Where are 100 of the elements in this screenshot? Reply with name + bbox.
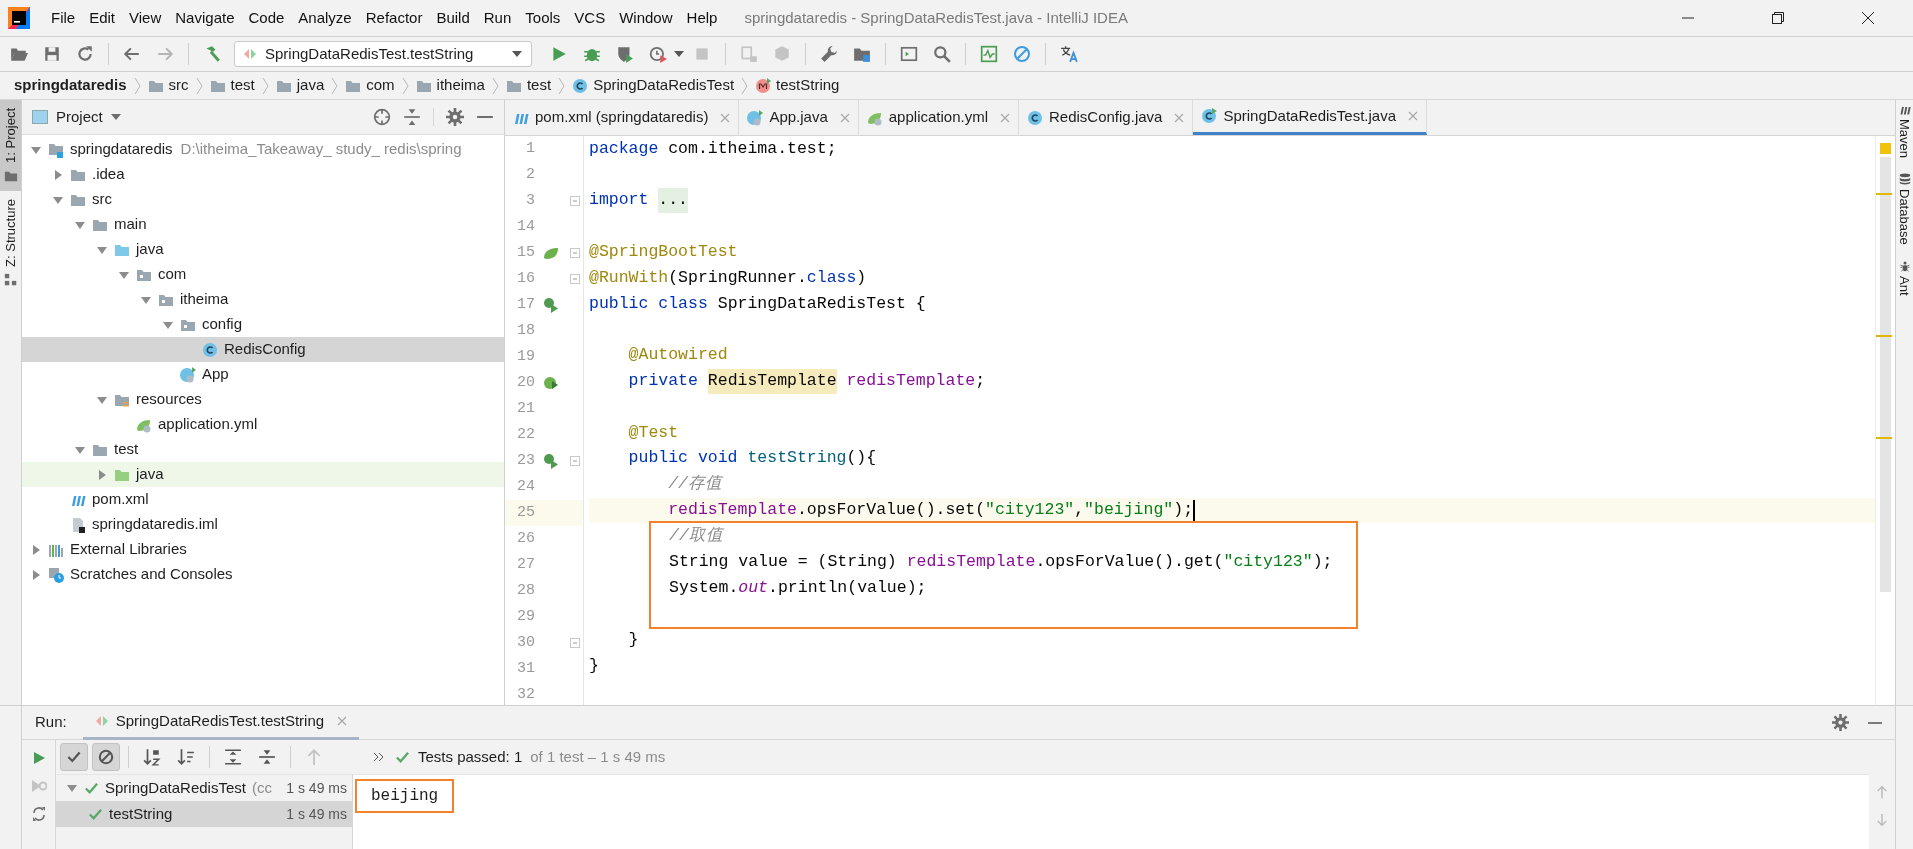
close-tab-icon[interactable] — [720, 112, 731, 123]
run-configuration-dropdown[interactable]: SpringDataRedisTest.testString — [234, 41, 532, 67]
line-number: 24 — [516, 476, 535, 497]
tool-window-tab[interactable]: Ant — [1894, 258, 1913, 296]
tree-item[interactable]: main — [22, 212, 504, 237]
tree-item[interactable]: springdataredis D:\itheima_Takeaway_ study_ redis\spring — [22, 137, 504, 162]
tree-item[interactable]: src — [22, 187, 504, 212]
expanded-arrow-icon[interactable] — [66, 782, 78, 794]
menu-item[interactable]: Edit — [82, 6, 123, 30]
tool-window-tab[interactable]: Database — [1894, 172, 1913, 245]
menu-item[interactable]: Build — [429, 6, 477, 30]
menu-item[interactable]: Window — [612, 6, 680, 30]
tool-window-tab[interactable]: Maven — [1894, 104, 1913, 159]
show-passed-toggle[interactable] — [60, 743, 88, 771]
settings-icon[interactable] — [1832, 714, 1849, 731]
breadcrumb-item[interactable]: java — [275, 74, 325, 97]
code-line: @Autowired — [627, 344, 728, 367]
breadcrumb-item[interactable]: testString — [755, 74, 840, 97]
menu-item[interactable]: Analyze — [291, 6, 359, 30]
code-line: } — [589, 655, 599, 677]
tree-item[interactable]: application.yml — [22, 412, 504, 437]
menu-item[interactable]: VCS — [567, 6, 613, 30]
tree-item[interactable]: config — [22, 312, 504, 337]
status-marker[interactable] — [1880, 143, 1891, 154]
close-tab-icon[interactable] — [337, 716, 348, 726]
breadcrumb-item[interactable]: springdataredis — [14, 74, 127, 97]
chevron-icon — [741, 76, 749, 95]
line-number: 27 — [516, 554, 535, 575]
menu-item[interactable]: View — [122, 6, 169, 30]
menu-item[interactable]: Tools — [518, 6, 568, 30]
down-arrow-icon[interactable] — [1875, 812, 1889, 828]
tree-item[interactable]: Scratches and Consoles — [22, 562, 504, 587]
editor-tab[interactable]: application.yml — [858, 100, 1019, 135]
fold-marker-icon[interactable] — [570, 456, 580, 466]
breadcrumb-item[interactable]: itheima — [415, 74, 485, 97]
run-gutter-icon[interactable] — [543, 453, 559, 469]
tree-item[interactable]: springdataredis.iml — [22, 512, 504, 537]
leaf-icon[interactable] — [543, 245, 559, 261]
panel-title: Run: — [35, 712, 67, 733]
tree-item[interactable]: com — [22, 262, 504, 287]
close-tab-icon[interactable] — [1408, 111, 1418, 121]
caret-icon[interactable] — [674, 51, 684, 57]
up-arrow-icon[interactable] — [1875, 784, 1889, 800]
menu-item[interactable]: Refactor — [358, 6, 430, 30]
menu-item[interactable]: Run — [476, 6, 519, 30]
editor-tab[interactable]: SpringDataRedisTest.java — [1193, 100, 1427, 135]
run-tab[interactable]: SpringDataRedisTest.testString — [82, 705, 360, 740]
breadcrumb-item[interactable]: test — [209, 74, 255, 97]
close-tab-icon[interactable] — [1174, 112, 1185, 123]
tree-item[interactable]: .idea — [22, 162, 504, 187]
collapsed-arrow-icon[interactable] — [30, 568, 42, 581]
tool-window-tab[interactable]: 1: Project — [0, 100, 21, 191]
test-tree-item[interactable]: SpringDataRedisTest (cc 1 s 49 ms — [56, 775, 352, 801]
tree-item[interactable]: test — [22, 437, 504, 462]
dropdown-caret-icon[interactable] — [110, 114, 121, 120]
code-line: @RunWith(SpringRunner.class) — [589, 267, 867, 289]
tree-item[interactable]: External Libraries — [22, 537, 504, 562]
tree-item[interactable]: java — [22, 462, 504, 487]
test-duration: 1 s 49 ms — [286, 804, 347, 824]
fold-marker-icon[interactable] — [570, 196, 580, 206]
menu-item[interactable]: File — [44, 6, 83, 30]
more-icon[interactable] — [373, 752, 385, 762]
breadcrumb-item[interactable]: test — [505, 74, 552, 97]
tree-item[interactable]: itheima — [22, 287, 504, 312]
line-number: 30 — [516, 632, 535, 653]
tree-item[interactable]: RedisConfig — [22, 337, 504, 362]
tree-item[interactable]: java — [22, 237, 504, 262]
collapse-all-icon[interactable] — [403, 108, 421, 126]
tool-window-tab[interactable]: Z: Structure — [0, 190, 21, 295]
locate-icon[interactable] — [373, 108, 391, 126]
code-line: private RedisTemplate redisTemplate; — [589, 370, 986, 393]
editor-tab[interactable]: RedisConfig.java — [1019, 100, 1194, 135]
test-status: Tests passed: 1 — [418, 746, 523, 767]
menu-item[interactable]: Code — [241, 6, 292, 30]
editor-tab[interactable]: pom.xml (springdataredis) — [505, 100, 740, 135]
show-ignored-toggle[interactable] — [92, 743, 120, 771]
code-line: public class SpringDataRedisTest { — [589, 292, 926, 315]
editor-tab[interactable]: App.java — [739, 100, 859, 135]
collapsed-arrow-icon[interactable] — [52, 168, 64, 181]
tree-item[interactable]: pom.xml — [22, 487, 504, 512]
bean-icon[interactable] — [543, 375, 559, 391]
close-tab-icon[interactable] — [839, 112, 850, 123]
breadcrumb-item[interactable]: src — [147, 74, 189, 97]
toggle-auto-test-icon[interactable] — [30, 806, 47, 822]
fold-marker-icon[interactable] — [570, 248, 580, 258]
run-gutter-icon[interactable] — [543, 297, 559, 313]
breadcrumb-item[interactable]: com — [345, 74, 395, 97]
collapsed-arrow-icon[interactable] — [30, 543, 42, 556]
test-tree-item[interactable]: testString 1 s 49 ms — [56, 801, 352, 827]
tree-item[interactable]: resources — [22, 387, 504, 412]
collapsed-arrow-icon[interactable] — [96, 468, 108, 481]
breadcrumb-item[interactable]: SpringDataRedisTest — [572, 74, 735, 97]
menu-item[interactable]: Help — [679, 6, 725, 30]
tree-item[interactable]: App — [22, 362, 504, 387]
settings-icon[interactable] — [446, 108, 464, 126]
panel-title[interactable]: Project — [56, 105, 103, 129]
fold-marker-icon[interactable] — [570, 638, 580, 648]
close-tab-icon[interactable] — [1000, 112, 1010, 123]
fold-marker-icon[interactable] — [570, 274, 580, 284]
menu-item[interactable]: Navigate — [168, 6, 242, 30]
